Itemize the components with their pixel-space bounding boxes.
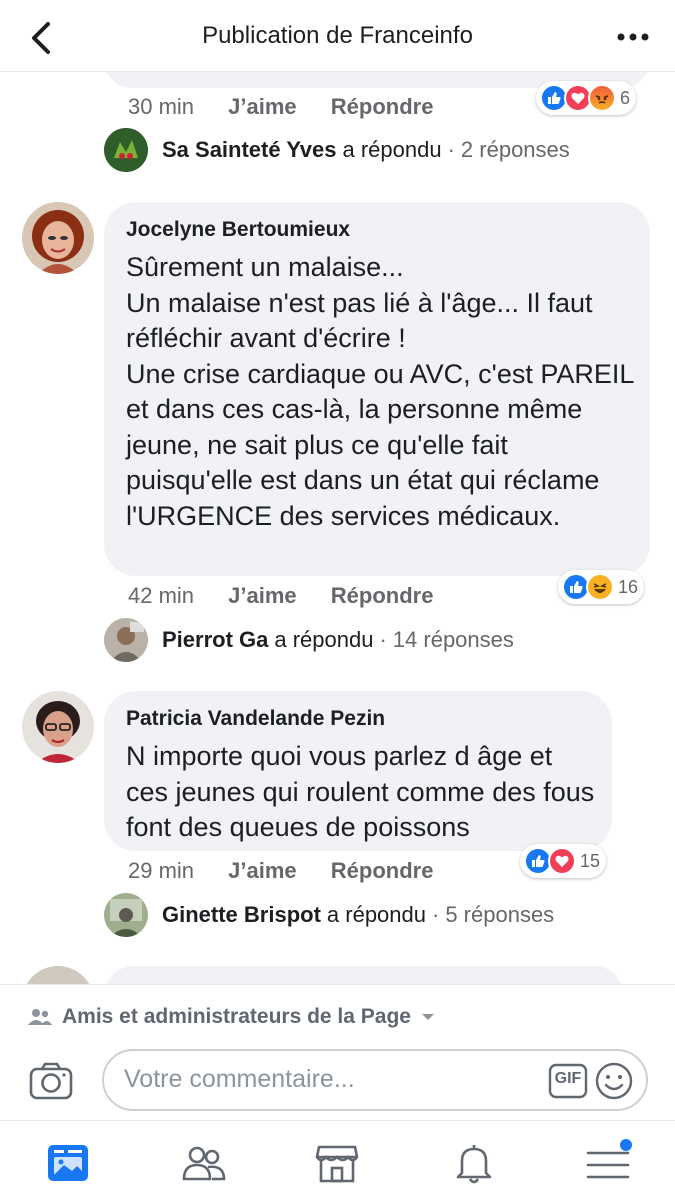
gif-label: GIF xyxy=(554,1070,582,1087)
reply-count: 5 réponses xyxy=(445,902,555,927)
reaction-count: 15 xyxy=(580,850,601,871)
camera-button[interactable] xyxy=(28,1061,74,1101)
avatar[interactable] xyxy=(22,202,94,274)
avatar xyxy=(104,618,148,662)
replies-link[interactable]: Pierrot Ga a répondu · 14 réponses xyxy=(104,618,514,662)
friends-icon xyxy=(28,1009,52,1025)
reply-count: 2 réponses xyxy=(460,137,570,162)
menu-icon xyxy=(586,1139,632,1179)
love-reaction-icon xyxy=(548,847,576,875)
reactions-summary[interactable]: 6 xyxy=(536,81,637,115)
like-button[interactable]: J’aime xyxy=(228,94,297,119)
comment-placeholder: Votre commentaire... xyxy=(124,1065,355,1093)
tab-news-feed[interactable] xyxy=(44,1139,92,1187)
comment-meta: 29 min J’aime Répondre xyxy=(128,858,433,884)
reply-button[interactable]: Répondre xyxy=(331,583,434,608)
comment-time: 30 min xyxy=(128,94,195,119)
reactions-summary[interactable]: 15 xyxy=(520,844,607,878)
comment-meta: 42 min J’aime Répondre xyxy=(128,583,433,609)
replies-link[interactable]: Ginette Brispot a répondu · 5 réponses xyxy=(104,893,554,937)
reply-action: a répondu xyxy=(326,902,426,927)
reply-author: Sa Sainteté Yves xyxy=(162,137,337,162)
separator: · xyxy=(379,627,387,652)
comment-bubble[interactable]: Jocelyne Bertoumieux Sûrement un malaise… xyxy=(104,202,650,576)
more-options-button[interactable] xyxy=(613,22,653,52)
next-comment-bubble xyxy=(104,966,624,984)
comment-text: N importe quoi vous parlez d âge et ces … xyxy=(126,741,595,842)
comment-time: 29 min xyxy=(128,858,195,883)
like-button[interactable]: J’aime xyxy=(228,858,297,883)
comment-meta: 30 min J’aime Répondre xyxy=(128,94,433,120)
audience-selector[interactable]: Amis et administrateurs de la Page xyxy=(28,1005,435,1029)
caret-down-icon xyxy=(421,1014,434,1020)
gif-button[interactable]: GIF xyxy=(548,1063,588,1099)
reply-button[interactable]: Répondre xyxy=(331,858,434,883)
comment-composer: Amis et administrateurs de la Page Votre… xyxy=(0,984,675,1120)
tab-friends[interactable] xyxy=(180,1139,228,1187)
avatar xyxy=(104,893,148,937)
separator: · xyxy=(432,902,440,927)
more-dots-icon xyxy=(617,33,649,41)
separator: · xyxy=(447,137,455,162)
reply-count: 14 réponses xyxy=(392,627,514,652)
angry-reaction-icon xyxy=(588,84,616,112)
reaction-count: 6 xyxy=(620,87,631,108)
reply-author: Pierrot Ga xyxy=(162,627,269,652)
haha-reaction-icon xyxy=(586,573,614,601)
camera-icon xyxy=(29,1062,73,1100)
bottom-tab-bar xyxy=(0,1120,675,1200)
replies-link[interactable]: Sa Sainteté Yves a répondu · 2 réponses xyxy=(104,128,570,172)
avatar[interactable] xyxy=(22,691,94,763)
tab-notifications[interactable] xyxy=(450,1139,498,1187)
top-bar: Publication de Franceinfo xyxy=(0,0,675,72)
reactions-summary[interactable]: 16 xyxy=(558,570,645,604)
comment-author[interactable]: Patricia Vandelande Pezin xyxy=(126,707,385,731)
tab-menu[interactable] xyxy=(584,1139,632,1187)
page-title: Publication de Franceinfo xyxy=(202,22,473,49)
reply-button[interactable]: Répondre xyxy=(331,94,434,119)
avatar xyxy=(22,966,94,984)
notifications-bell-icon xyxy=(456,1145,492,1184)
avatar xyxy=(104,128,148,172)
reply-action: a répondu xyxy=(342,137,442,162)
reaction-count: 16 xyxy=(618,576,639,597)
emoji-icon xyxy=(595,1062,633,1100)
comment-author[interactable]: Jocelyne Bertoumieux xyxy=(126,218,350,242)
comment-bubble[interactable]: Patricia Vandelande Pezin N importe quoi… xyxy=(104,691,612,851)
comments-feed[interactable]: 30 min J’aime Répondre 6 Sa Sainteté Yve… xyxy=(0,72,675,984)
tab-marketplace[interactable] xyxy=(313,1139,361,1187)
news-feed-icon xyxy=(48,1145,88,1181)
reply-action: a répondu xyxy=(274,627,374,652)
like-button[interactable]: J’aime xyxy=(228,583,297,608)
comment-text: Sûrement un malaise... Un malaise n'est … xyxy=(126,252,634,531)
marketplace-icon xyxy=(315,1145,359,1183)
friends-icon xyxy=(182,1146,226,1181)
audience-label: Amis et administrateurs de la Page xyxy=(62,1005,411,1028)
reply-author: Ginette Brispot xyxy=(162,902,321,927)
comment-time: 42 min xyxy=(128,583,195,608)
comment-input[interactable]: Votre commentaire... GIF xyxy=(102,1049,648,1111)
emoji-button[interactable] xyxy=(594,1061,634,1101)
